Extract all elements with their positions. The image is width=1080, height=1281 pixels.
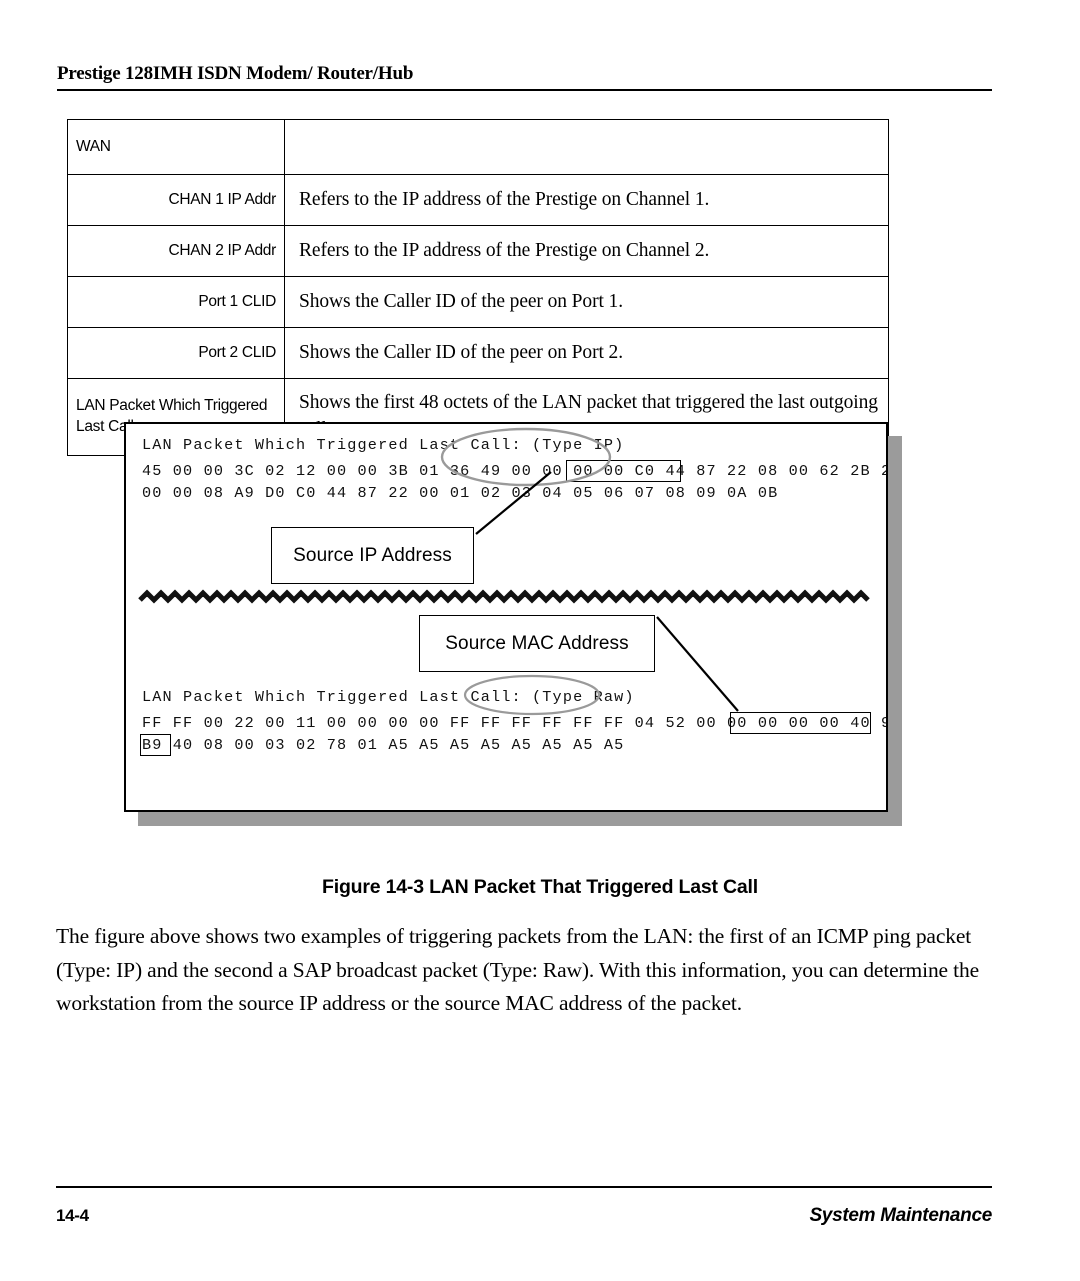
table-row: Port 2 CLID Shows the Caller ID of the p… [67,327,889,379]
footer-section-title: System Maintenance [809,1205,992,1226]
field-description-table: WAN CHAN 1 IP Addr Refers to the IP addr… [67,119,889,456]
table-row: Port 1 CLID Shows the Caller ID of the p… [67,276,889,328]
packet-ip-hex-line-1: 45 00 00 3C 02 12 00 00 3B 01 36 49 00 0… [142,462,888,480]
figure-caption: Figure 14-3 LAN Packet That Triggered La… [322,876,758,898]
table-cell-description: Shows the Caller ID of the peer on Port … [284,276,889,328]
source-mac-highlight-box-line-2 [140,734,171,756]
page-footer-rule [56,1186,992,1188]
wave-divider [138,589,870,604]
body-paragraph: The figure above shows two examples of t… [56,924,979,1015]
table-row: WAN [67,119,889,175]
figure-lan-packet: LAN Packet Which Triggered Last Call: (T… [124,422,902,826]
table-cell-field: Port 2 CLID [67,327,285,379]
table-cell-field: CHAN 2 IP Addr [67,225,285,277]
packet-ip-hex-line-2: 00 00 08 A9 D0 C0 44 87 22 00 01 02 03 0… [142,484,779,502]
page-footer: 14-4 System Maintenance [56,1186,992,1227]
table-cell-description: Shows the Caller ID of the peer on Port … [284,327,889,379]
source-mac-leader-line [656,616,739,712]
table-cell-field: WAN [67,119,285,175]
callout-source-mac-address: Source MAC Address [419,615,655,672]
table-cell-field: Port 1 CLID [67,276,285,328]
page-header-title: Prestige 128IMH ISDN Modem/ Router/Hub [57,63,414,84]
packet-ip-title: LAN Packet Which Triggered Last Call: (T… [142,436,625,454]
table-cell-description [284,119,889,175]
table-cell-description: Refers to the IP address of the Prestige… [284,174,889,226]
table-row: CHAN 1 IP Addr Refers to the IP address … [67,174,889,226]
page-number: 14-4 [56,1206,89,1225]
packet-raw-hex-line-2: B9 40 08 00 03 02 78 01 A5 A5 A5 A5 A5 A… [142,736,625,754]
callout-source-ip-label: Source IP Address [293,544,452,566]
packet-raw-title: LAN Packet Which Triggered Last Call: (T… [142,688,635,706]
table-cell-description: Refers to the IP address of the Prestige… [284,225,889,277]
callout-source-mac-label: Source MAC Address [445,632,629,654]
callout-source-ip-address: Source IP Address [271,527,474,584]
table-row: CHAN 2 IP Addr Refers to the IP address … [67,225,889,277]
source-ip-highlight-box [566,460,681,482]
page-header-rule [57,89,992,91]
figure-screen-capture: LAN Packet Which Triggered Last Call: (T… [124,422,888,812]
source-mac-highlight-box-line-1 [730,712,871,734]
table-cell-field: CHAN 1 IP Addr [67,174,285,226]
page-header: Prestige 128IMH ISDN Modem/ Router/Hub [57,62,992,91]
